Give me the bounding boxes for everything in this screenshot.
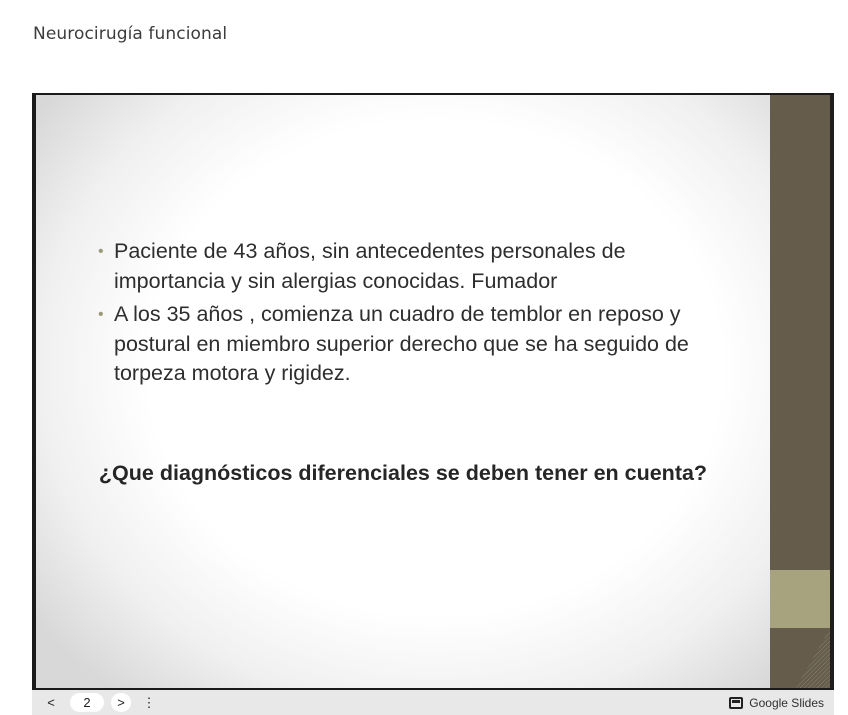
- google-slides-link[interactable]: Google Slides: [729, 694, 824, 711]
- slide-decoration-corner: [796, 628, 830, 688]
- bullet-dot-icon: •: [98, 306, 104, 323]
- more-options-button[interactable]: ⋮: [142, 693, 156, 712]
- page-number-field[interactable]: 2: [70, 693, 104, 712]
- slide-decoration-square: [770, 570, 830, 628]
- previous-slide-button[interactable]: <: [42, 693, 60, 712]
- bullet-item: • Paciente de 43 años, sin antecedentes …: [98, 237, 738, 296]
- more-vertical-icon: ⋮: [142, 694, 156, 710]
- next-slide-button[interactable]: >: [111, 693, 131, 712]
- chevron-left-icon: <: [47, 695, 55, 710]
- page-title: Neurocirugía funcional: [33, 24, 228, 44]
- slide-canvas: • Paciente de 43 años, sin antecedentes …: [36, 95, 834, 688]
- chevron-right-icon: >: [117, 695, 125, 710]
- slide-edge: [830, 95, 834, 688]
- brand-label: Google Slides: [749, 695, 824, 710]
- bullet-text: A los 35 años , comienza un cuadro de te…: [114, 302, 689, 385]
- bullet-list: • Paciente de 43 años, sin antecedentes …: [98, 237, 738, 393]
- slides-icon: [729, 696, 744, 709]
- slide-question: ¿Que diagnósticos diferenciales se deben…: [98, 461, 708, 485]
- bullet-item: • A los 35 años , comienza un cuadro de …: [98, 300, 738, 389]
- bullet-text: Paciente de 43 años, sin antecedentes pe…: [114, 239, 626, 293]
- slide-controls-bar: < 2 > ⋮ Google Slides: [32, 690, 834, 715]
- bullet-dot-icon: •: [98, 243, 104, 260]
